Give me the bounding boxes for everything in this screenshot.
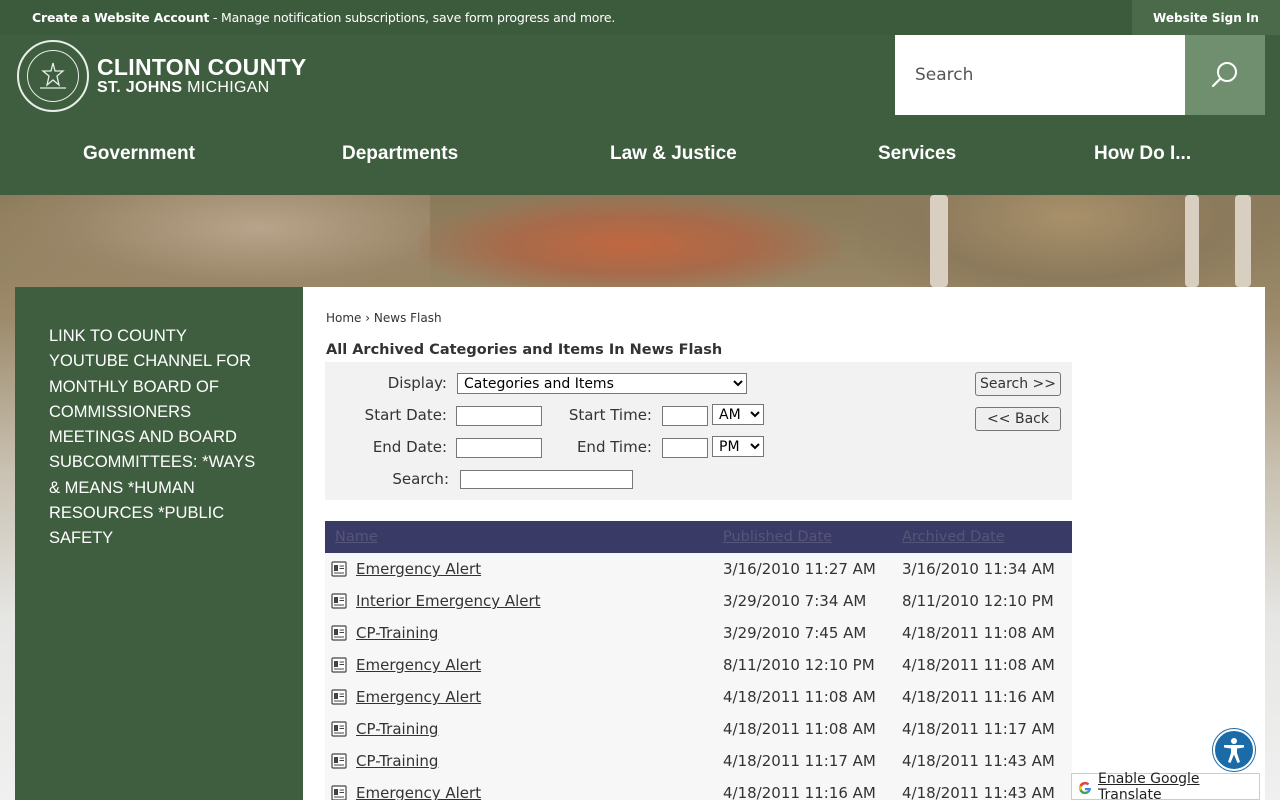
news-item-icon [331, 593, 347, 609]
breadcrumb-separator: › [365, 311, 371, 325]
start-date-label: Start Date: [364, 406, 447, 424]
top-utility-bar: Create a Website Account - Manage notifi… [0, 0, 1280, 35]
table-row: Emergency Alert 4/18/2011 11:08 AM 4/18/20… [325, 681, 1072, 713]
news-item-icon [331, 753, 347, 769]
news-item-icon [331, 721, 347, 737]
archived-date: 4/18/2011 11:43 AM [902, 784, 1055, 800]
news-item-link[interactable]: Interior Emergency Alert [356, 592, 541, 610]
nav-law-justice[interactable]: Law & Justice [610, 143, 737, 165]
breadcrumb-news-flash[interactable]: News Flash [374, 311, 442, 325]
search-icon [1211, 62, 1237, 88]
search-input[interactable] [895, 35, 1185, 115]
archived-date: 4/18/2011 11:43 AM [902, 752, 1055, 770]
sidebar: LINK TO COUNTY YOUTUBE CHANNEL FOR MONTH… [15, 287, 303, 800]
end-date-label: End Date: [372, 438, 447, 456]
county-seal-icon [17, 40, 89, 112]
end-time-input[interactable] [662, 438, 708, 458]
search-label: Search: [392, 470, 449, 488]
news-item-link[interactable]: Emergency Alert [356, 560, 481, 578]
accessibility-icon [1224, 738, 1244, 763]
archived-date: 8/11/2010 12:10 PM [902, 592, 1054, 610]
filter-panel: Display: Categories and Items Start Date… [325, 362, 1072, 500]
table-row: Emergency Alert 4/18/2011 11:16 AM 4/18/20… [325, 777, 1072, 800]
news-item-icon [331, 625, 347, 641]
youtube-channel-link[interactable]: LINK TO COUNTY YOUTUBE CHANNEL FOR MONTH… [49, 324, 259, 552]
main-content: Home › News Flash All Archived Categorie… [303, 287, 1265, 800]
breadcrumb: Home › News Flash [326, 311, 442, 325]
translate-label: Enable Google Translate [1098, 770, 1200, 800]
archived-date: 4/18/2011 11:16 AM [902, 688, 1055, 706]
news-item-icon [331, 785, 347, 800]
start-date-input[interactable] [456, 406, 542, 426]
account-message: Create a Website Account - Manage notifi… [32, 10, 615, 25]
accessibility-button[interactable] [1213, 729, 1255, 771]
logo-subtitle: ST. JOHNS MICHIGAN [97, 79, 270, 96]
published-date: 4/18/2011 11:08 AM [723, 720, 876, 738]
nav-services[interactable]: Services [878, 143, 956, 165]
news-item-link[interactable]: Emergency Alert [356, 688, 481, 706]
search-button[interactable] [1185, 35, 1265, 115]
nav-departments[interactable]: Departments [342, 143, 458, 165]
table-row: Interior Emergency Alert 3/29/2010 7:34 A… [325, 585, 1072, 617]
table-row: CP-Training 4/18/2011 11:08 AM 4/18/2011 1… [325, 713, 1072, 745]
news-item-icon [331, 561, 347, 577]
end-time-label: End Time: [576, 438, 652, 456]
website-sign-in-button[interactable]: Website Sign In [1132, 0, 1280, 35]
published-date: 3/29/2010 7:34 AM [723, 592, 867, 610]
end-date-input[interactable] [456, 438, 542, 458]
published-date: 4/18/2011 11:16 AM [723, 784, 876, 800]
archived-date: 4/18/2011 11:08 AM [902, 624, 1055, 642]
news-item-icon [331, 689, 347, 705]
published-date: 8/11/2010 12:10 PM [723, 656, 875, 674]
news-item-link[interactable]: CP-Training [356, 752, 438, 770]
back-button[interactable]: << Back [975, 407, 1061, 431]
site-header: CLINTON COUNTY ST. JOHNS MICHIGAN Govern… [0, 35, 1280, 195]
display-label: Display: [387, 374, 447, 392]
archived-date: 3/16/2010 11:34 AM [902, 560, 1055, 578]
published-date: 4/18/2011 11:17 AM [723, 752, 876, 770]
site-search [895, 35, 1265, 115]
google-translate-button[interactable]: Enable Google Translate [1071, 770, 1260, 800]
archive-table: Name Published Date Archived Date Emerge… [325, 521, 1072, 800]
published-date: 3/29/2010 7:45 AM [723, 624, 867, 642]
column-header-published-date[interactable]: Published Date [723, 529, 832, 545]
archived-date: 4/18/2011 11:17 AM [902, 720, 1055, 738]
create-account-link[interactable]: Create a Website Account [32, 10, 209, 25]
main-navigation: Government Departments Law & Justice Ser… [0, 135, 1280, 175]
news-item-icon [331, 657, 347, 673]
nav-how-do-i[interactable]: How Do I... [1094, 143, 1191, 165]
google-translate-icon [1077, 780, 1093, 796]
column-header-archived-date[interactable]: Archived Date [902, 529, 1005, 545]
site-logo[interactable]: CLINTON COUNTY ST. JOHNS MICHIGAN [17, 40, 307, 112]
table-row: CP-Training 4/18/2011 11:17 AM 4/18/2011 1… [325, 745, 1072, 777]
column-header-name[interactable]: Name [335, 529, 378, 545]
published-date: 3/16/2010 11:27 AM [723, 560, 876, 578]
end-ampm-select[interactable]: PM [712, 436, 764, 457]
table-row: Emergency Alert 8/11/2010 12:10 PM 4/18/20… [325, 649, 1072, 681]
news-item-link[interactable]: Emergency Alert [356, 656, 481, 674]
start-time-label: Start Time: [568, 406, 652, 424]
display-select[interactable]: Categories and Items [457, 373, 747, 394]
news-item-link[interactable]: CP-Training [356, 720, 438, 738]
table-row: Emergency Alert 3/16/2010 11:27 AM 3/16/20… [325, 553, 1072, 585]
breadcrumb-home[interactable]: Home [326, 311, 361, 325]
start-time-input[interactable] [662, 406, 708, 426]
archived-date: 4/18/2011 11:08 AM [902, 656, 1055, 674]
news-item-link[interactable]: Emergency Alert [356, 784, 481, 800]
table-header: Name Published Date Archived Date [325, 521, 1072, 553]
logo-title: CLINTON COUNTY [97, 54, 307, 80]
search-submit-button[interactable]: Search >> [975, 372, 1061, 396]
nav-government[interactable]: Government [83, 143, 195, 165]
news-item-link[interactable]: CP-Training [356, 624, 438, 642]
table-row: CP-Training 3/29/2010 7:45 AM 4/18/2011 11… [325, 617, 1072, 649]
published-date: 4/18/2011 11:08 AM [723, 688, 876, 706]
page-title: All Archived Categories and Items In New… [326, 342, 723, 358]
keyword-search-input[interactable] [460, 470, 633, 489]
start-ampm-select[interactable]: AM [712, 404, 764, 425]
account-description: - Manage notification subscriptions, sav… [209, 10, 616, 25]
